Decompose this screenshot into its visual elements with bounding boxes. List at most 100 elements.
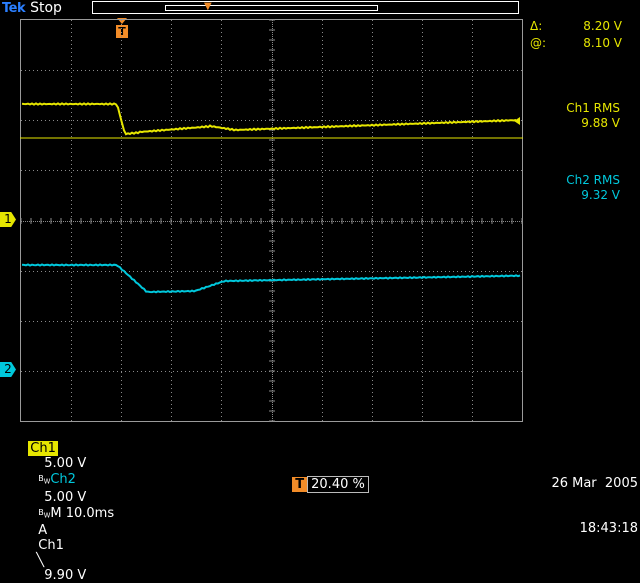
graticule-dot <box>372 328 373 329</box>
graticule-dot <box>425 170 426 171</box>
graticule-dot <box>472 160 473 161</box>
graticule-dot <box>221 176 222 177</box>
graticule-dot <box>441 321 442 322</box>
graticule-dot <box>372 244 373 245</box>
graticule-dot <box>437 221 438 222</box>
graticule-dot <box>27 221 28 222</box>
graticule-dot <box>322 376 323 377</box>
graticule-dot <box>121 192 122 193</box>
graticule-dot <box>71 36 72 37</box>
graticule-dot <box>171 328 172 329</box>
graticule-dot <box>322 256 323 257</box>
graticule-dot <box>272 84 273 85</box>
graticule-dot <box>441 271 442 272</box>
graticule-dot <box>357 170 358 171</box>
graticule-dot <box>509 271 510 272</box>
graticule-dot <box>109 120 110 121</box>
graticule-dot <box>145 221 146 222</box>
graticule-dot <box>472 252 473 253</box>
graticule-dot <box>493 221 494 222</box>
graticule-dot <box>133 321 134 322</box>
graticule-dot <box>221 300 222 301</box>
graticule-dot <box>272 106 273 107</box>
graticule-dot <box>422 388 423 389</box>
graticule-dot <box>293 120 294 121</box>
graticule-dot <box>465 120 466 121</box>
graticule-dot <box>322 264 323 265</box>
trigger-level-marker <box>514 117 520 125</box>
graticule-dot <box>171 144 172 145</box>
graticule-dot <box>121 280 122 281</box>
graticule-dot <box>45 221 46 222</box>
ch1-label[interactable]: Ch1 <box>28 441 58 456</box>
graticule-dot <box>472 180 473 181</box>
graticule-dot <box>225 70 226 71</box>
graticule-dot <box>272 296 273 297</box>
graticule <box>20 19 523 422</box>
graticule-dot <box>272 132 273 133</box>
graticule-dot <box>407 221 408 222</box>
graticule-dot <box>322 20 323 21</box>
graticule-dot <box>322 384 323 385</box>
graticule-dot <box>235 221 236 222</box>
graticule-dot <box>345 70 346 71</box>
graticule-dot <box>445 120 446 121</box>
graticule-dot <box>422 68 423 69</box>
graticule-dot <box>517 271 518 272</box>
graticule-dot <box>71 192 72 193</box>
graticule-dot <box>171 36 172 37</box>
graticule-dot <box>121 240 122 241</box>
graticule-dot <box>301 371 302 372</box>
graticule-dot <box>422 80 423 81</box>
graticule-dot <box>171 268 172 269</box>
graticule-dot <box>71 132 72 133</box>
graticule-dot <box>71 248 72 249</box>
graticule-dot <box>335 221 336 222</box>
graticule-dot <box>71 152 72 153</box>
graticule-dot <box>421 371 422 372</box>
graticule-dot <box>293 170 294 171</box>
graticule-dot <box>221 248 222 249</box>
graticule-dot <box>197 170 198 171</box>
graticule-dot <box>405 321 406 322</box>
graticule-dot <box>171 176 172 177</box>
graticule-dot <box>305 170 306 171</box>
graticule-dot <box>489 221 490 222</box>
graticule-dot <box>277 271 278 272</box>
graticule-dot <box>207 221 208 222</box>
graticule-dot <box>325 221 326 222</box>
graticule-dot <box>337 221 338 222</box>
graticule-dot <box>193 221 194 222</box>
graticule-dot <box>322 180 323 181</box>
graticule-dot <box>337 120 338 121</box>
graticule-dot <box>153 371 154 372</box>
graticule-dot <box>289 321 290 322</box>
graticule-dot <box>359 221 360 222</box>
graticule-dot <box>365 321 366 322</box>
graticule-dot <box>422 24 423 25</box>
graticule-dot <box>372 252 373 253</box>
graticule-dot <box>472 172 473 173</box>
graticule-dot <box>85 120 86 121</box>
graticule-dot <box>272 52 273 53</box>
graticule-dot <box>165 371 166 372</box>
graticule-dot <box>472 84 473 85</box>
graticule-dot <box>121 276 122 277</box>
graticule-dot <box>93 120 94 121</box>
graticule-dot <box>272 356 273 357</box>
graticule-dot <box>422 368 423 369</box>
graticule-dot <box>422 40 423 41</box>
graticule-dot <box>213 371 214 372</box>
graticule-dot <box>37 371 38 372</box>
graticule-dot <box>325 371 326 372</box>
graticule-dot <box>77 221 78 222</box>
graticule-dot <box>257 70 258 71</box>
channel-status-line: Ch1 5.00 V BWCh2 5.00 V BWM 10.0ms A Ch1… <box>20 426 114 583</box>
graticule-dot <box>121 300 122 301</box>
graticule-dot <box>121 176 122 177</box>
graticule-dot <box>171 88 172 89</box>
graticule-dot <box>322 380 323 381</box>
graticule-dot <box>121 228 122 229</box>
graticule-dot <box>372 412 373 413</box>
graticule-dot <box>422 156 423 157</box>
